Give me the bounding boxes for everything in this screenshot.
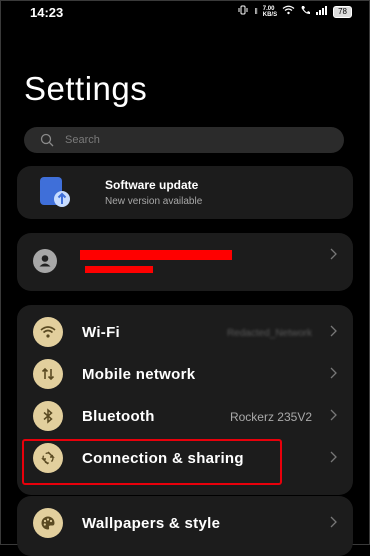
wifi-status-icon: [282, 5, 295, 18]
volte-icon: ‖: [254, 7, 258, 16]
chevron-right-icon: [330, 325, 337, 337]
mobile-network-icon: [33, 359, 63, 389]
palette-icon: [33, 508, 63, 538]
vibrate-icon: [237, 5, 249, 18]
speed-unit: KB/S: [262, 11, 278, 18]
bluetooth-icon: [33, 401, 63, 431]
network-speed: 7.00 KB/S: [263, 6, 277, 18]
bluetooth-label: Bluetooth: [82, 408, 155, 425]
highlight-box: [22, 439, 282, 485]
redacted-account-detail: [85, 266, 153, 273]
chevron-right-icon: [330, 248, 337, 260]
chevron-right-icon: [330, 516, 337, 528]
wallpapers-style-label: Wallpapers & style: [82, 515, 221, 532]
redacted-account-name: [80, 250, 232, 260]
personalization-settings-card: Wallpapers & style: [17, 496, 353, 556]
page-title: Settings: [24, 70, 148, 107]
status-bar: 14:23 ‖ 7.00 KB/S 78: [0, 0, 370, 24]
search-bar[interactable]: [24, 127, 344, 153]
mobile-network-label: Mobile network: [82, 366, 196, 383]
software-update-card[interactable]: Software update New version available: [17, 166, 353, 219]
settings-item-mobile-network[interactable]: Mobile network: [17, 352, 353, 394]
bluetooth-device-name: Rockerz 235V2: [229, 410, 312, 424]
settings-item-wallpapers-style[interactable]: Wallpapers & style: [17, 501, 353, 543]
software-update-icon: [40, 177, 70, 207]
settings-item-bluetooth[interactable]: Bluetooth Rockerz 235V2: [17, 394, 353, 436]
battery-indicator: 78: [333, 5, 352, 18]
wifi-network-name: Redacted_Network: [226, 328, 312, 339]
avatar: [33, 249, 57, 273]
settings-item-wifi[interactable]: Wi-Fi Redacted_Network: [17, 310, 353, 352]
status-icons: ‖ 7.00 KB/S 78: [237, 5, 352, 18]
user-icon: [39, 255, 51, 267]
signal-icon: [316, 5, 328, 18]
search-input[interactable]: [63, 133, 307, 147]
chevron-right-icon: [330, 451, 337, 463]
wifi-label: Wi-Fi: [82, 324, 121, 341]
call-icon: [300, 5, 311, 18]
software-update-title: Software update: [105, 178, 199, 192]
software-update-subtitle: New version available: [105, 196, 203, 207]
wifi-icon: [33, 317, 63, 347]
chevron-right-icon: [330, 409, 337, 421]
account-card[interactable]: [17, 233, 353, 291]
status-time: 14:23: [30, 5, 64, 20]
chevron-right-icon: [330, 367, 337, 379]
search-icon: [40, 133, 54, 147]
